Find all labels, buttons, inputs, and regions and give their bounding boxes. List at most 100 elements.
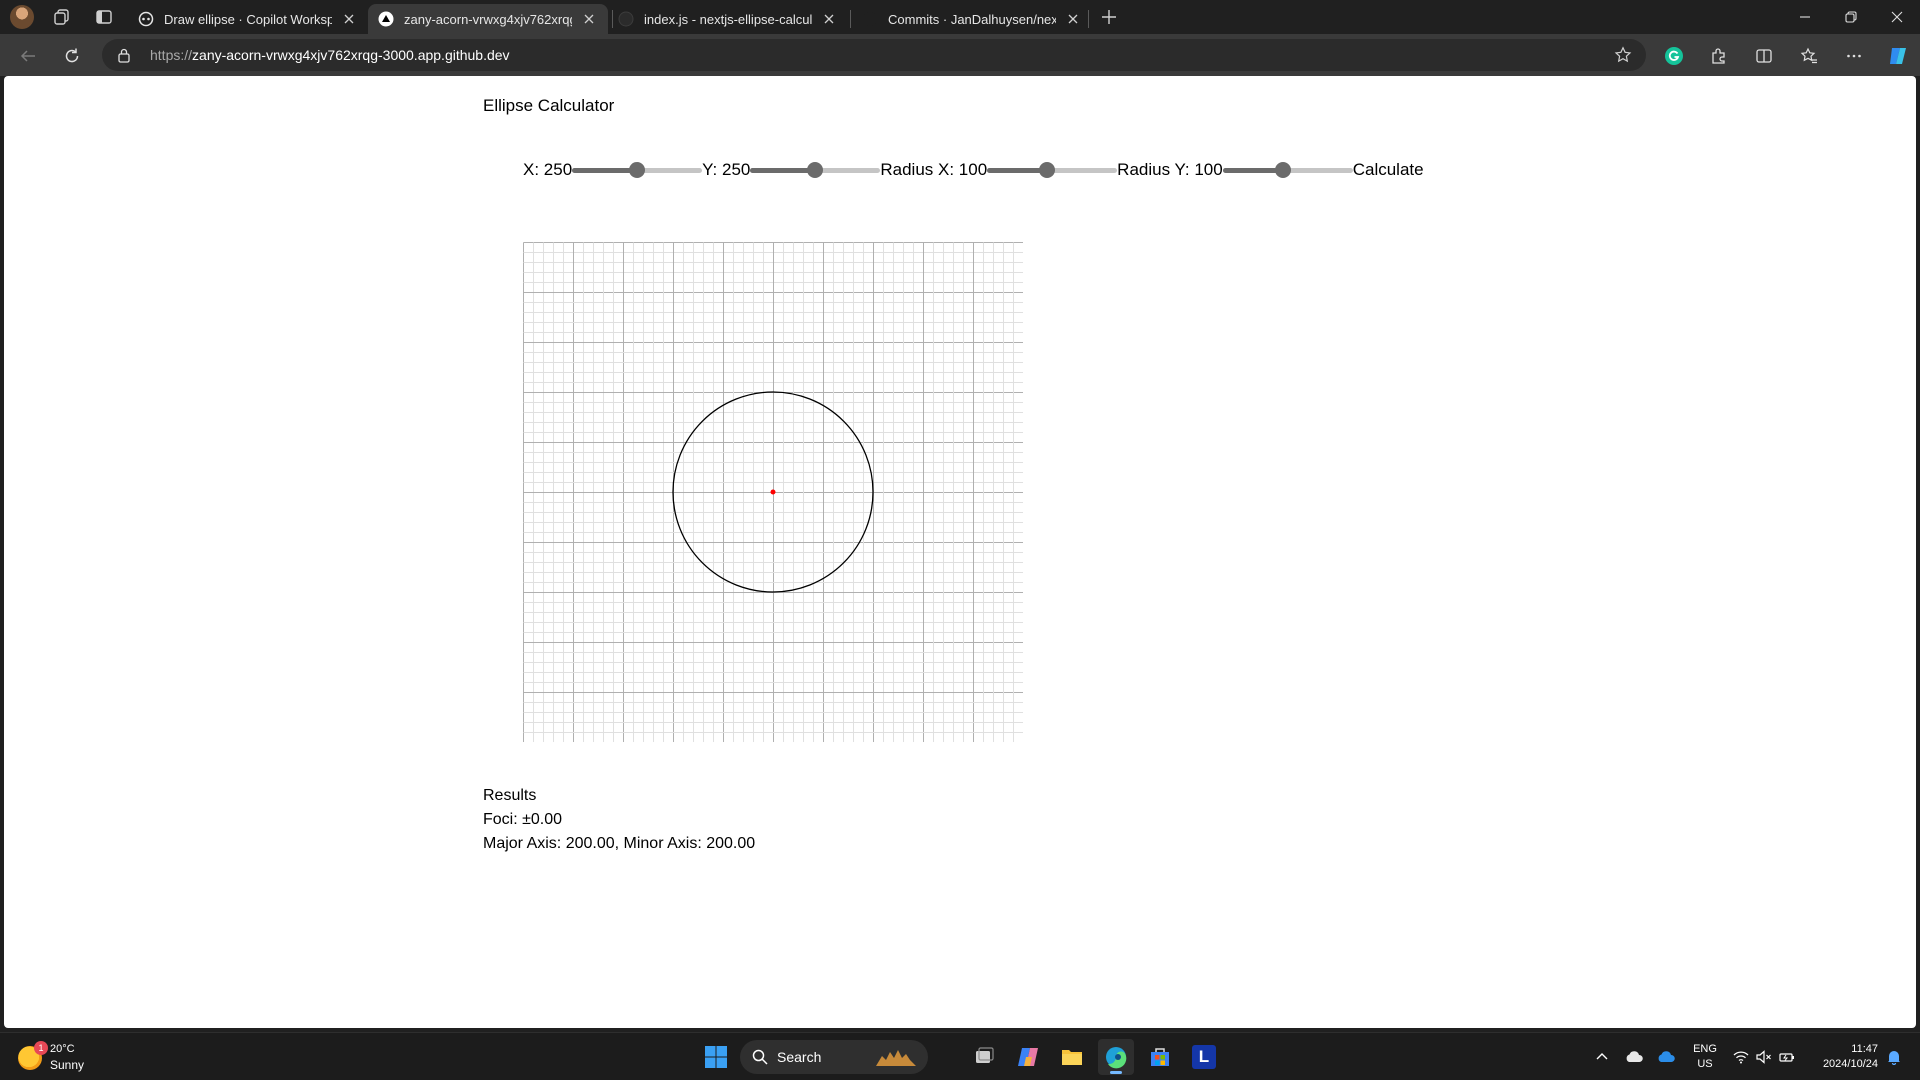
ellipse-canvas[interactable] xyxy=(523,242,1024,743)
close-window-icon[interactable] xyxy=(1874,0,1920,34)
vertical-tabs-icon[interactable] xyxy=(92,5,116,29)
search-icon xyxy=(752,1049,768,1065)
results-panel: Results Foci: ±0.00 Major Axis: 200.00, … xyxy=(483,784,755,856)
page-title: Ellipse Calculator xyxy=(483,96,615,115)
weather-description: Sunny xyxy=(50,1058,85,1072)
active-app-indicator xyxy=(1110,1071,1122,1074)
onedrive-personal-icon[interactable] xyxy=(1620,1033,1648,1080)
close-tab-icon[interactable] xyxy=(820,10,838,28)
notification-badge: 1 xyxy=(34,1041,48,1055)
clock-time: 11:47 xyxy=(1851,1043,1878,1055)
start-icon[interactable] xyxy=(698,1039,734,1075)
language-indicator[interactable]: ENG US xyxy=(1688,1033,1722,1080)
x-slider[interactable] xyxy=(572,159,703,181)
l-app-letter: L xyxy=(1192,1045,1216,1069)
clock-text: 11:47 2024/10/24 xyxy=(1806,1042,1878,1072)
close-tab-icon[interactable] xyxy=(340,10,358,28)
copilot-workspace-icon xyxy=(138,11,154,27)
tab-separator xyxy=(1088,10,1089,28)
calculate-button[interactable]: Calculate xyxy=(1353,160,1424,180)
close-tab-icon[interactable] xyxy=(1064,10,1082,28)
search-placeholder: Search xyxy=(777,1049,822,1065)
copilot-app-icon[interactable] xyxy=(1010,1039,1046,1075)
github-icon xyxy=(618,11,634,27)
slider-thumb[interactable] xyxy=(807,162,824,178)
task-view-icon[interactable] xyxy=(966,1039,1002,1075)
slider-thumb[interactable] xyxy=(1038,162,1055,178)
address-bar[interactable]: https://zany-acorn-vrwxg4xjv762xrqg-3000… xyxy=(102,39,1646,71)
clock-date: 2024/10/24 xyxy=(1822,1058,1878,1070)
url-scheme: https:// xyxy=(150,47,193,63)
slider-thumb[interactable] xyxy=(629,162,646,178)
language-code: ENG xyxy=(1693,1043,1717,1055)
vercel-triangle-icon xyxy=(378,11,394,27)
tab-separator xyxy=(850,10,851,28)
notifications-bell-icon[interactable] xyxy=(1882,1033,1906,1080)
tab-title: Commits · JanDalhuysen/nextjs-ellipse-ca… xyxy=(888,11,1056,27)
weather-temperature: 20°C xyxy=(50,1043,75,1055)
tab-app-preview[interactable]: zany-acorn-vrwxg4xjv762xrqg-3000 xyxy=(368,4,608,34)
search-highlight-icon xyxy=(874,1046,918,1068)
grammarly-icon[interactable] xyxy=(1660,42,1688,70)
radius-x-slider[interactable] xyxy=(987,159,1118,181)
new-tab-icon[interactable] xyxy=(1097,5,1121,29)
minimize-icon[interactable] xyxy=(1782,0,1828,34)
more-options-icon[interactable] xyxy=(1840,42,1868,70)
favorites-icon[interactable] xyxy=(1795,42,1823,70)
split-screen-icon[interactable] xyxy=(1750,42,1778,70)
ellipse-center-point xyxy=(770,489,776,495)
slider-fill xyxy=(987,168,1047,173)
y-slider[interactable] xyxy=(750,159,881,181)
github-icon xyxy=(862,11,878,27)
axes-result: Major Axis: 200.00, Minor Axis: 200.00 xyxy=(483,835,756,852)
slider-fill xyxy=(750,168,816,173)
y-label: Y: 250 xyxy=(702,160,751,179)
browser-toolbar: https://zany-acorn-vrwxg4xjv762xrqg-3000… xyxy=(0,34,1920,76)
file-explorer-icon[interactable] xyxy=(1054,1039,1090,1075)
weather-widget[interactable]: 1 20°C Sunny xyxy=(18,1041,138,1075)
show-hidden-icons-icon[interactable] xyxy=(1588,1033,1616,1080)
ellipse-drawing xyxy=(523,242,1024,743)
controls-row: X: 250 Y: 250 Radius X: 100 Radius Y: 10… xyxy=(523,158,1424,182)
slider-fill xyxy=(1222,168,1283,173)
tab-github-commits[interactable]: Commits · JanDalhuysen/nextjs-ellipse-ca… xyxy=(852,4,1092,34)
tab-github-index[interactable]: index.js - nextjs-ellipse-calculator xyxy=(608,4,848,34)
onedrive-business-icon[interactable] xyxy=(1652,1033,1680,1080)
copilot-icon[interactable] xyxy=(1884,42,1912,70)
extensions-icon[interactable] xyxy=(1705,42,1733,70)
battery-icon[interactable] xyxy=(1776,1033,1798,1080)
favorite-star-icon[interactable] xyxy=(1614,46,1632,64)
radius-y-slider[interactable] xyxy=(1222,159,1353,181)
foci-result: Foci: ±0.00 xyxy=(483,811,563,828)
radius-y-label: Radius Y: 100 xyxy=(1117,160,1223,179)
slider-thumb[interactable] xyxy=(1274,162,1291,178)
url-host: zany-acorn-vrwxg4xjv762xrqg-3000.app.git… xyxy=(192,47,510,63)
radius-x-label: Radius X: 100 xyxy=(880,160,988,179)
microsoft-store-icon[interactable] xyxy=(1142,1039,1178,1075)
wifi-icon[interactable] xyxy=(1730,1033,1752,1080)
tab-title: Draw ellipse · Copilot Workspace xyxy=(164,11,332,27)
language-text: ENG US xyxy=(1693,1042,1717,1072)
windows-taskbar: 1 20°C Sunny Search L ENG US 11:47 2024/… xyxy=(0,1032,1920,1080)
tab-title: zany-acorn-vrwxg4xjv762xrqg-3000 xyxy=(404,11,572,27)
refresh-icon[interactable] xyxy=(58,42,86,70)
restore-icon[interactable] xyxy=(1828,0,1874,34)
slider-fill xyxy=(572,168,638,173)
edge-browser-icon[interactable] xyxy=(1098,1039,1134,1075)
url-text[interactable]: https://zany-acorn-vrwxg4xjv762xrqg-3000… xyxy=(150,47,510,63)
taskbar-search-box[interactable]: Search xyxy=(740,1040,928,1074)
profile-avatar[interactable] xyxy=(10,5,34,29)
browser-tab-strip: Draw ellipse · Copilot Workspace zany-ac… xyxy=(0,0,1920,34)
back-icon[interactable] xyxy=(14,42,42,70)
region-code: US xyxy=(1697,1058,1713,1070)
lock-icon[interactable] xyxy=(116,47,132,63)
tab-title: index.js - nextjs-ellipse-calculator xyxy=(644,11,812,27)
volume-muted-icon[interactable] xyxy=(1753,1033,1775,1080)
results-heading: Results xyxy=(483,787,537,804)
workspaces-icon[interactable] xyxy=(50,5,74,29)
l-app-icon[interactable]: L xyxy=(1186,1039,1222,1075)
tab-copilot-workspace[interactable]: Draw ellipse · Copilot Workspace xyxy=(128,4,368,34)
close-tab-icon[interactable] xyxy=(580,10,598,28)
page-viewport: Ellipse Calculator X: 250 Y: 250 Radius … xyxy=(4,76,1916,1028)
clock[interactable]: 11:47 2024/10/24 xyxy=(1806,1033,1878,1080)
